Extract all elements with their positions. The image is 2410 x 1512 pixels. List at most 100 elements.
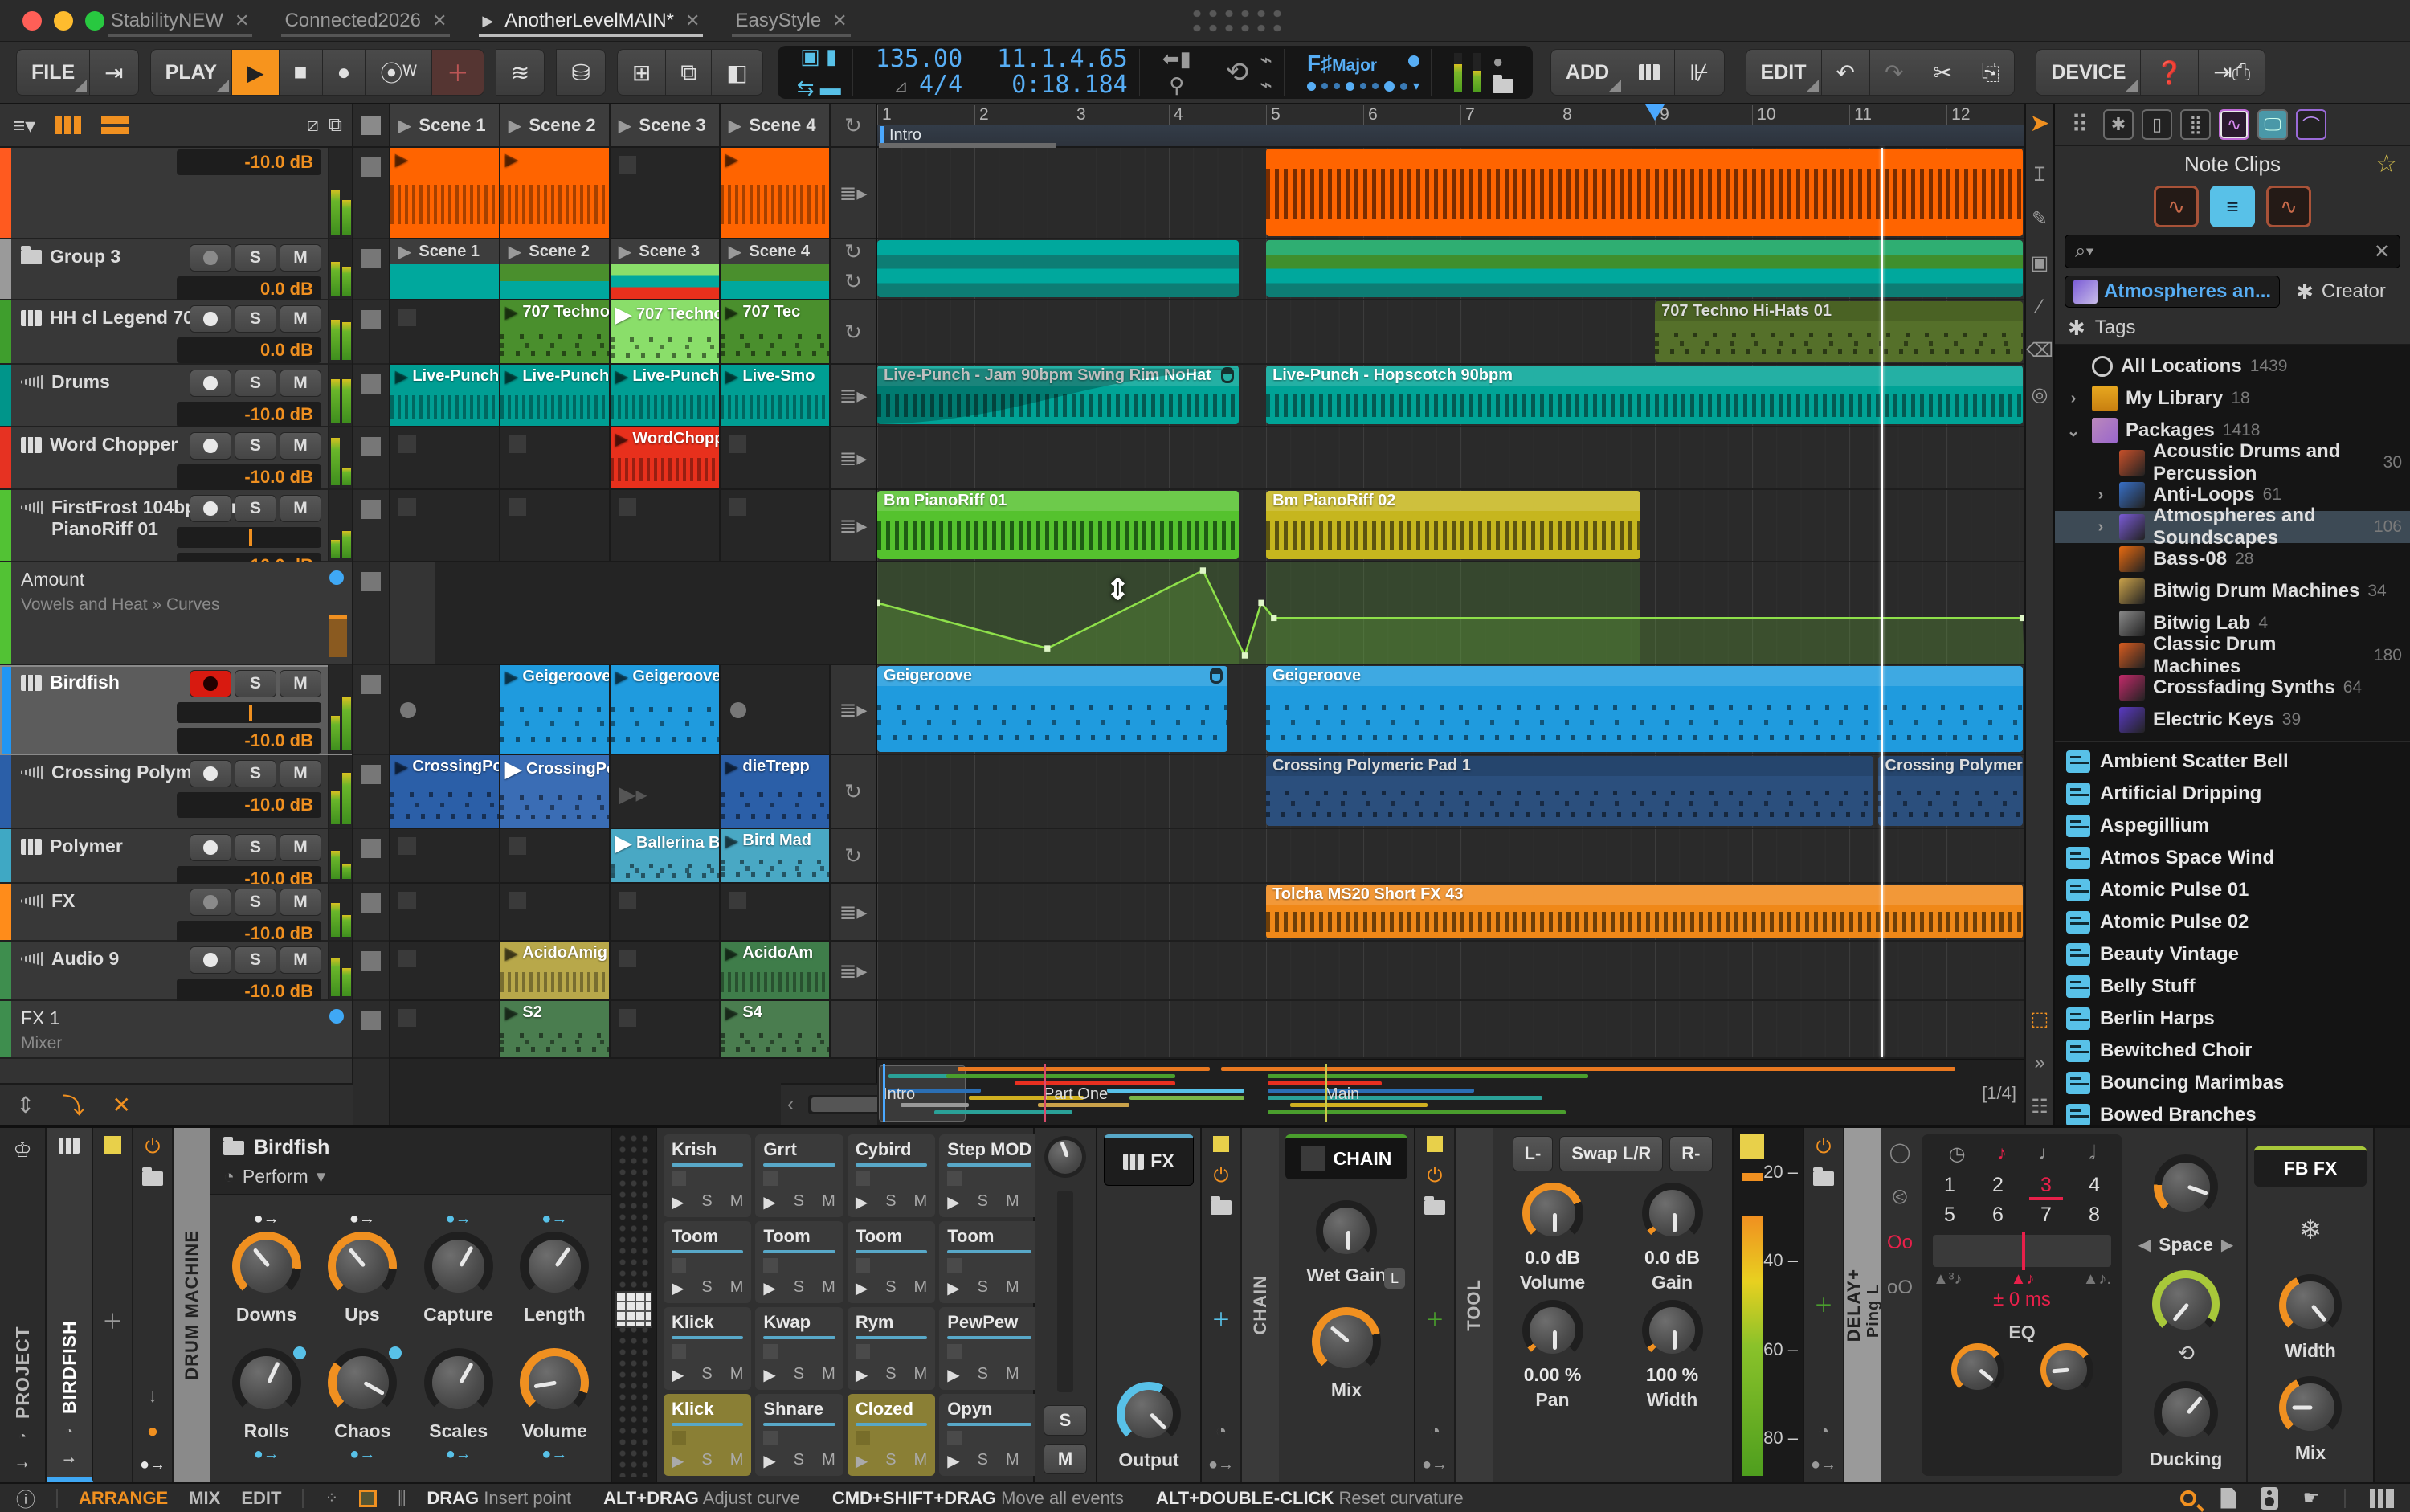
panel-icon[interactable] bbox=[359, 1490, 377, 1507]
track-stop-button[interactable] bbox=[362, 1011, 381, 1030]
knob-gain[interactable]: 0.0 dBGain bbox=[1612, 1183, 1732, 1293]
launcher-cell[interactable]: ▶CrossingPoly2 bbox=[500, 755, 611, 828]
pad-s-button[interactable]: S bbox=[794, 1365, 804, 1385]
drum-pad-toom[interactable]: Toom▶SM bbox=[755, 1221, 843, 1304]
drum-pad-rym[interactable]: Rym▶SM bbox=[848, 1307, 935, 1390]
speaker-status-icon[interactable] bbox=[2261, 1487, 2278, 1510]
launcher-cell[interactable] bbox=[390, 884, 500, 940]
expand-icon[interactable]: » bbox=[2034, 1052, 2044, 1074]
clear-icon[interactable]: ✕ bbox=[112, 1092, 130, 1118]
minimap-marker-part-one[interactable]: Part One bbox=[1044, 1085, 1108, 1104]
pan-slider[interactable] bbox=[177, 702, 321, 723]
browser-search-input[interactable]: ⌕▾✕ bbox=[2065, 235, 2400, 268]
result-belly-stuff[interactable]: Belly Stuff bbox=[2055, 971, 2410, 1003]
filter-audio-clips-button[interactable]: ∿ bbox=[2154, 186, 2199, 227]
launcher-cell[interactable] bbox=[390, 829, 500, 882]
group-scene-header-2[interactable]: ▶Scene 2 bbox=[500, 239, 611, 264]
clear-search-icon[interactable]: ✕ bbox=[2374, 240, 2390, 264]
help-button[interactable]: ❓ bbox=[2140, 49, 2198, 96]
split-view-button[interactable]: ◧ bbox=[711, 49, 762, 96]
launcher-cell[interactable] bbox=[390, 300, 500, 363]
pad-s-button[interactable]: S bbox=[885, 1365, 896, 1385]
launcher-cell[interactable]: ▶Ballerina Birds bbox=[611, 829, 721, 882]
record-arm-button[interactable] bbox=[190, 432, 231, 460]
volume-value[interactable]: 0.0 dB bbox=[177, 276, 321, 302]
launcher-cell[interactable] bbox=[390, 942, 500, 999]
pad-s-button[interactable]: S bbox=[978, 1451, 988, 1471]
sublanes-icon[interactable]: ≣▸ bbox=[831, 665, 876, 754]
pad-grid-icon[interactable] bbox=[615, 1291, 652, 1328]
arranger-clip-crossing-polymeric-pad-1[interactable]: Crossing Polymeric Pad 1 bbox=[1266, 756, 1873, 826]
play-menu-button[interactable]: PLAY bbox=[150, 49, 231, 96]
tags-filter[interactable]: ✱Tags bbox=[2055, 312, 2410, 345]
pad-play-button[interactable]: ▶ bbox=[672, 1278, 684, 1298]
track-stop-button[interactable] bbox=[362, 951, 381, 971]
group-scene-header-4[interactable]: ▶Scene 4 bbox=[721, 239, 831, 264]
pad-m-button[interactable]: M bbox=[914, 1365, 928, 1385]
delay-division-3[interactable]: 3 bbox=[2029, 1174, 2063, 1200]
piano-status-icon[interactable] bbox=[2370, 1489, 2394, 1508]
track-list-menu-icon[interactable]: ≡▾ bbox=[13, 113, 35, 138]
result-berlin-harps[interactable]: Berlin Harps bbox=[2055, 1003, 2410, 1035]
volume-value[interactable]: -10.0 dB bbox=[177, 792, 321, 818]
result-bewitched-choir[interactable]: Bewitched Choir bbox=[2055, 1035, 2410, 1067]
info-icon[interactable]: ⓘ bbox=[16, 1484, 35, 1512]
pad-play-button[interactable]: ▶ bbox=[856, 1451, 868, 1471]
volume-value[interactable]: 0.0 dB bbox=[177, 337, 321, 363]
scene-header-3[interactable]: ▶Scene 3 bbox=[611, 104, 721, 146]
package-filter-chip[interactable]: Atmospheres an... bbox=[2065, 276, 2280, 308]
drum-pad-step-mod[interactable]: Step MOD▶SM bbox=[939, 1134, 1040, 1217]
delay-division-1[interactable]: 1 bbox=[1933, 1174, 1967, 1200]
pad-play-button[interactable]: ▶ bbox=[672, 1365, 684, 1385]
solo-button[interactable]: S bbox=[235, 432, 276, 460]
eraser-tool-icon[interactable]: ⌫ bbox=[2026, 339, 2053, 362]
group-insert-scene-icon[interactable]: ↻ bbox=[831, 239, 876, 264]
redo-button[interactable]: ↷ bbox=[1869, 49, 1918, 96]
automation-lane-dot[interactable] bbox=[329, 570, 344, 585]
launcher-cell[interactable]: ▶Live-Punch- bbox=[611, 365, 721, 426]
solo-button[interactable]: S bbox=[235, 946, 276, 974]
sublanes-icon[interactable] bbox=[390, 562, 435, 664]
arranger-clip-clip[interactable] bbox=[1266, 240, 2023, 297]
stop-all-button[interactable] bbox=[362, 116, 381, 135]
time-select-tool-icon[interactable]: Ｉ bbox=[2030, 158, 2049, 186]
device-folder-icon[interactable] bbox=[142, 1171, 163, 1186]
track-stop-button[interactable] bbox=[362, 310, 381, 329]
launcher-cell[interactable]: ▶Live-Punch- bbox=[390, 365, 500, 426]
pad-play-button[interactable]: ▶ bbox=[672, 1192, 684, 1212]
pad-s-button[interactable]: S bbox=[978, 1278, 988, 1298]
pad-m-button[interactable]: M bbox=[1006, 1365, 1019, 1385]
launcher-cell[interactable] bbox=[611, 490, 721, 561]
arranger-clip-geigeroove[interactable]: Geigeroove bbox=[877, 666, 1227, 752]
knob-output[interactable]: Output bbox=[1117, 1382, 1181, 1471]
close-tab-icon[interactable]: ✕ bbox=[832, 10, 847, 31]
pad-s-button[interactable]: S bbox=[701, 1451, 712, 1471]
knob-capture[interactable]: ●→Capture bbox=[423, 1210, 493, 1326]
launcher-cell[interactable] bbox=[611, 884, 721, 940]
launcher-cell[interactable]: ▶ bbox=[500, 148, 611, 238]
mute-button[interactable]: M bbox=[280, 495, 321, 522]
export-project-button[interactable]: ⇥⎙ bbox=[2198, 49, 2265, 96]
arranger-track-lane-fx[interactable]: Tolcha MS20 Short FX 43 bbox=[877, 884, 2024, 942]
drum-pad-opyn[interactable]: Opyn▶SM bbox=[939, 1394, 1040, 1477]
record-button[interactable]: ● bbox=[322, 49, 366, 96]
sublanes-icon[interactable]: ≣▸ bbox=[831, 942, 876, 999]
track-stop-button[interactable] bbox=[362, 839, 381, 858]
delay-division-4[interactable]: 4 bbox=[2077, 1174, 2111, 1200]
mute-button[interactable]: M bbox=[280, 305, 321, 333]
track-stop-button[interactable] bbox=[362, 500, 381, 519]
arranger-track-lane-fx-1[interactable] bbox=[877, 1001, 2024, 1059]
close-tab-icon[interactable]: ✕ bbox=[432, 10, 447, 31]
pad-m-button[interactable]: M bbox=[1006, 1451, 1019, 1471]
follow-icon[interactable]: ⤵ bbox=[62, 1089, 84, 1121]
pad-play-button[interactable]: ▶ bbox=[672, 1451, 684, 1471]
launcher-cell[interactable] bbox=[721, 884, 831, 940]
launcher-cell[interactable]: ▶Live-Smo bbox=[721, 365, 831, 426]
device-preset[interactable]: Perform bbox=[243, 1166, 308, 1187]
group-scene-header-3[interactable]: ▶Scene 3 bbox=[611, 239, 721, 264]
browser-samples-icon[interactable]: 🖵 bbox=[2257, 109, 2288, 140]
solo-button[interactable]: S bbox=[235, 370, 276, 397]
tool-button-l[interactable]: L- bbox=[1513, 1136, 1554, 1171]
knob-volume[interactable]: 0.0 dBVolume bbox=[1493, 1183, 1612, 1293]
zoom-status-icon[interactable] bbox=[2180, 1490, 2196, 1506]
